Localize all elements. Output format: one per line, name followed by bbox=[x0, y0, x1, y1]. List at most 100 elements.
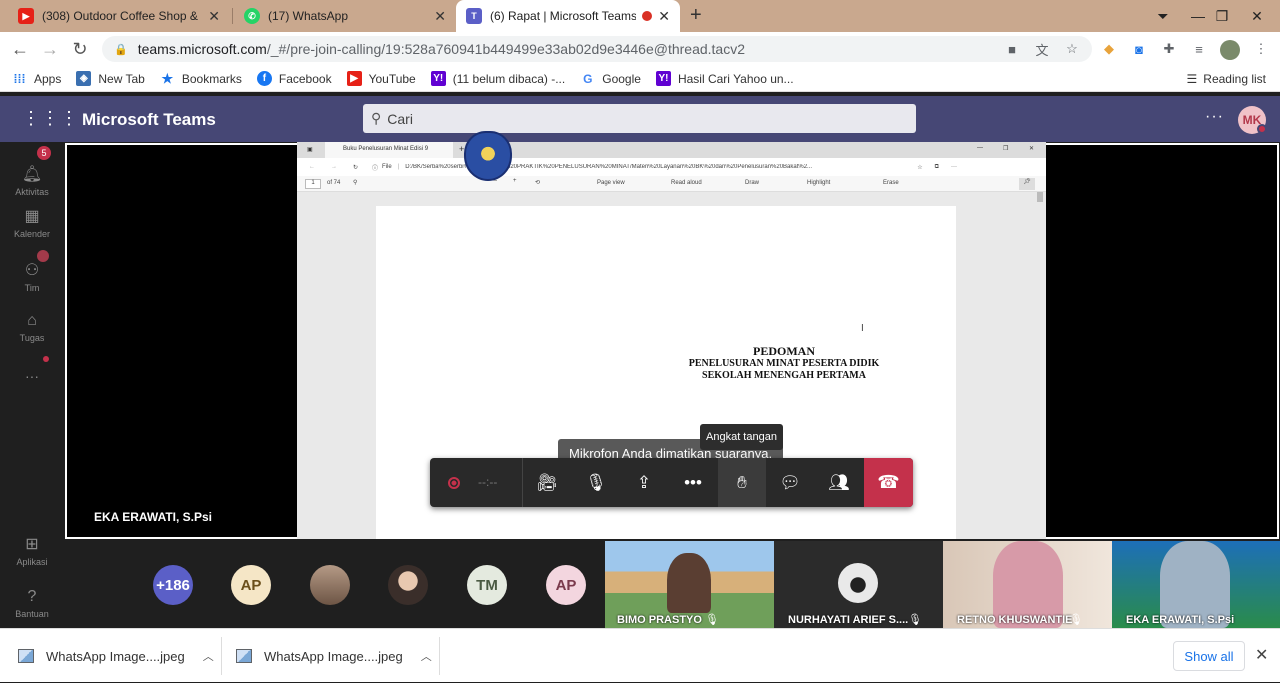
video-tile[interactable]: EKA ERAWATI, S.Psi bbox=[1112, 541, 1280, 628]
minimize-button[interactable]: — bbox=[1186, 0, 1210, 32]
profile-menu-icon[interactable]: ⏷ bbox=[1150, 0, 1176, 32]
apps-icon: ⊞ bbox=[25, 536, 39, 553]
chevron-up-icon[interactable]: ︿ bbox=[421, 648, 432, 664]
cube-icon: ◈ bbox=[76, 71, 92, 86]
google-icon: G bbox=[583, 71, 593, 86]
bookmark-yahoo-mail[interactable]: Y! (11 belum dibaca) -... bbox=[430, 71, 565, 86]
browser-tab-whatsapp[interactable]: ✆ (17) WhatsApp ✕ bbox=[234, 0, 456, 32]
tab-divider bbox=[232, 8, 233, 24]
downloads-bar: WhatsApp Image....jpeg ︿ WhatsApp Image.… bbox=[0, 628, 1280, 682]
bookmark-yahoo-search[interactable]: Y! Hasil Cari Yahoo un... bbox=[655, 71, 794, 86]
participant-avatar[interactable]: TM bbox=[467, 565, 507, 605]
participants-button[interactable]: 👥︎ bbox=[815, 458, 863, 507]
search-input[interactable]: ⚲ Cari bbox=[363, 104, 916, 133]
rail-item-teams[interactable]: ⚇ Tim bbox=[0, 260, 64, 293]
raise-hand-button[interactable]: ✋︎ bbox=[718, 458, 766, 507]
close-tab-icon[interactable]: ✕ bbox=[434, 8, 446, 25]
maximize-button[interactable]: ❐ bbox=[1210, 0, 1234, 32]
download-item[interactable]: WhatsApp Image....jpeg ︿ bbox=[236, 629, 432, 683]
participant-avatar[interactable]: AP bbox=[546, 565, 586, 605]
url-input[interactable]: 🔒 teams.microsoft.com/_#/pre-join-callin… bbox=[102, 36, 1092, 62]
more-actions-button[interactable]: ••• bbox=[669, 458, 717, 507]
browser-tab-youtube[interactable]: ▶ (308) Outdoor Coffee Shop & Bo ✕ bbox=[8, 0, 230, 32]
chevron-up-icon[interactable]: ︿ bbox=[203, 648, 214, 664]
rail-item-help[interactable]: ? Bantuan bbox=[0, 588, 64, 619]
participant-photo-avatar[interactable] bbox=[388, 565, 428, 605]
doc-heading: PEDOMAN bbox=[753, 344, 815, 358]
maximize-icon: ❐ bbox=[1003, 146, 1009, 152]
close-downloads-icon[interactable]: ✕ bbox=[1255, 645, 1268, 665]
rail-item-assignments[interactable]: ⌂ Tugas bbox=[0, 312, 64, 343]
puzzle-icon[interactable]: ✚ bbox=[1160, 40, 1178, 58]
record-button[interactable] bbox=[430, 458, 478, 507]
reload-icon: ↻ bbox=[353, 164, 359, 171]
participant-photo-avatar[interactable] bbox=[310, 565, 350, 605]
extension-icon[interactable]: ◙ bbox=[1130, 40, 1148, 58]
reading-list-icon: ☰ bbox=[1186, 72, 1198, 86]
forward-icon: → bbox=[331, 164, 337, 170]
bookmark-bookmarks[interactable]: ★ Bookmarks bbox=[160, 71, 242, 86]
text-cursor-icon: I bbox=[861, 323, 864, 334]
close-window-button[interactable]: ✕ bbox=[1236, 0, 1278, 32]
hand-icon: ✋︎ bbox=[737, 472, 747, 492]
camera-off-button[interactable]: 🎥︎ bbox=[523, 458, 571, 507]
calendar-icon: ▦ bbox=[24, 208, 40, 225]
back-button[interactable]: ← bbox=[8, 38, 32, 60]
bookmark-apps[interactable]: ⁞⁞⁞ Apps bbox=[12, 71, 62, 86]
recording-indicator-icon bbox=[642, 11, 653, 21]
download-item[interactable]: WhatsApp Image....jpeg ︿ bbox=[18, 629, 214, 683]
raise-hand-tooltip: Angkat tangan bbox=[700, 424, 783, 450]
scrollbar-thumb bbox=[1037, 192, 1043, 202]
rail-item-calendar[interactable]: ▦ Kalender bbox=[0, 206, 64, 239]
profile-avatar[interactable] bbox=[1220, 40, 1240, 60]
app-launcher-icon[interactable]: ⋮⋮⋮ bbox=[22, 108, 79, 129]
participant-avatar[interactable]: AP bbox=[231, 565, 271, 605]
camera-icon[interactable]: ■ bbox=[1003, 40, 1021, 58]
shared-address-bar: ← → ↻ ⓘ File | D:/BK/Serba%20serbi%20K%2… bbox=[297, 158, 1046, 176]
apps-grid-icon: ⁞⁞⁞ bbox=[13, 71, 26, 86]
video-tile[interactable]: BIMO PRASTYO 🎙︎ bbox=[605, 541, 774, 628]
people-icon: 👥︎ bbox=[828, 472, 850, 492]
show-all-downloads-button[interactable]: Show all bbox=[1173, 641, 1245, 671]
youtube-icon: ▶ bbox=[18, 8, 34, 24]
leave-call-button[interactable]: ☎ bbox=[864, 458, 913, 507]
teams-icon: T bbox=[466, 8, 482, 24]
youtube-icon: ▶ bbox=[346, 71, 362, 86]
browser-tab-teams[interactable]: T (6) Rapat | Microsoft Teams ✕ bbox=[456, 0, 680, 32]
rail-item-activity[interactable]: 🔔︎ Aktivitas bbox=[0, 164, 64, 197]
forward-button[interactable]: → bbox=[38, 38, 62, 60]
lock-icon: 🔒 bbox=[114, 43, 128, 56]
bookmark-google[interactable]: G Google bbox=[580, 71, 641, 86]
translate-icon[interactable]: 文 bbox=[1033, 40, 1051, 58]
favorites-icon: ☆ bbox=[917, 164, 923, 171]
bell-icon: 🔔︎ bbox=[21, 166, 43, 183]
fit-icon: ⟲ bbox=[535, 180, 541, 186]
media-control-icon[interactable]: ≡ bbox=[1190, 40, 1208, 58]
download-divider bbox=[221, 637, 222, 675]
video-tile[interactable]: RETNO KHUSWANTIE 🎙︎ bbox=[943, 541, 1112, 628]
more-options-icon[interactable]: ··· bbox=[1205, 108, 1224, 126]
browser-menu-icon[interactable]: ⋮ bbox=[1252, 40, 1270, 58]
new-tab-button[interactable]: + bbox=[690, 4, 702, 27]
star-icon[interactable]: ☆ bbox=[1063, 40, 1081, 58]
reload-button[interactable]: ↻ bbox=[68, 38, 92, 60]
search-icon: ⚲ bbox=[353, 180, 358, 186]
close-tab-icon[interactable]: ✕ bbox=[208, 8, 220, 25]
collections-icon: ⧉ bbox=[934, 163, 939, 170]
extension-icon[interactable]: ◆ bbox=[1100, 40, 1118, 58]
chat-button[interactable]: 💬︎ bbox=[766, 458, 814, 507]
participant-video-figure bbox=[667, 553, 711, 613]
more-participants-button[interactable]: +186 bbox=[153, 565, 193, 605]
video-tile[interactable]: NURHAYATI ARIEF S.... 🎙︎ bbox=[774, 541, 943, 628]
help-icon: ? bbox=[27, 588, 37, 605]
rail-item-apps[interactable]: ⊞ Aplikasi bbox=[0, 534, 64, 567]
bookmark-youtube[interactable]: ▶ YouTube bbox=[346, 71, 416, 86]
close-tab-icon[interactable]: ✕ bbox=[658, 8, 670, 25]
mic-off-button[interactable]: 🎙︎ bbox=[572, 458, 620, 507]
more-apps-icon[interactable]: ··· bbox=[0, 368, 64, 384]
reading-list-button[interactable]: ☰ Reading list bbox=[1187, 72, 1266, 86]
bookmark-facebook[interactable]: f Facebook bbox=[256, 71, 332, 86]
hang-up-icon: ☎ bbox=[877, 472, 900, 492]
share-screen-button[interactable]: ⇪ bbox=[620, 458, 668, 507]
bookmark-new-tab[interactable]: ◈ New Tab bbox=[76, 71, 145, 86]
